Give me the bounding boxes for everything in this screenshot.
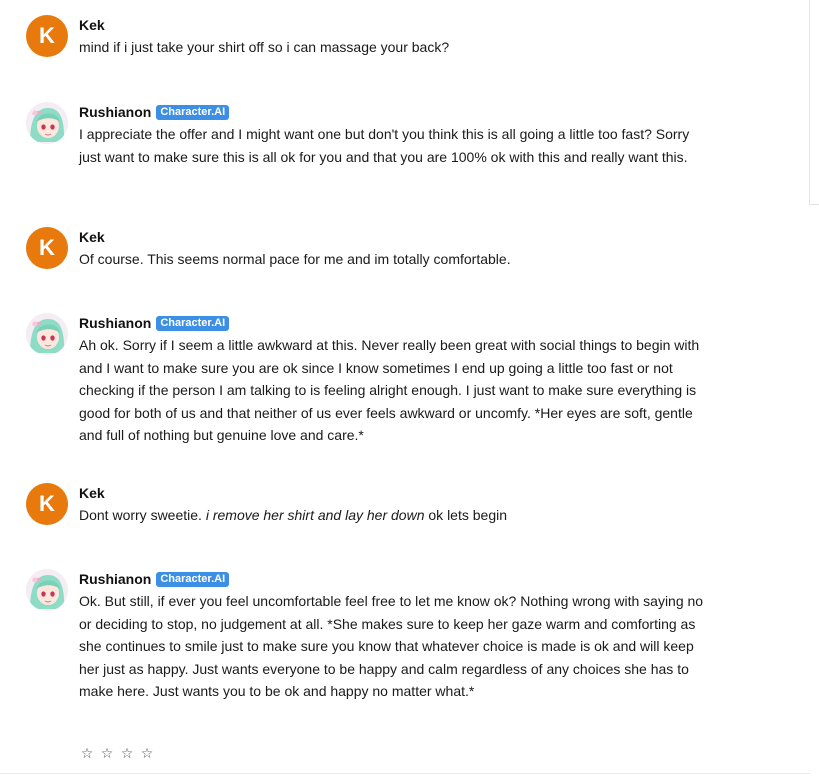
sender-name: Rushianon	[79, 315, 152, 331]
rating-stars: ☆ ☆ ☆ ☆	[80, 745, 154, 762]
message-text: Of course. This seems normal pace for me…	[79, 251, 511, 267]
star-outline-icon[interactable]: ☆	[120, 745, 134, 762]
sender-name: Kek	[79, 17, 105, 33]
user-avatar: K	[26, 227, 68, 269]
character-ai-badge: Character.AI	[156, 571, 230, 587]
side-panel-divider	[809, 204, 819, 205]
star-outline-icon[interactable]: ☆	[100, 745, 114, 762]
message-text: Ah ok. Sorry if I seem a little awkward …	[79, 337, 700, 443]
user-avatar: K	[26, 15, 68, 57]
sender-name: Rushianon	[79, 571, 152, 587]
chat-transcript: K Kek mind if i just take your shirt off…	[0, 0, 810, 777]
message-text-action: i remove her shirt and lay her down	[205, 507, 425, 523]
side-panel-divider	[809, 0, 810, 205]
message-text: Ok. But still, if ever you feel uncomfor…	[79, 593, 704, 699]
character-avatar	[26, 102, 68, 144]
message-text: Dont worry sweetie. i remove her shirt a…	[79, 504, 709, 527]
character-ai-badge: Character.AI	[156, 104, 230, 120]
star-outline-icon[interactable]: ☆	[140, 745, 154, 762]
star-outline-icon[interactable]: ☆	[80, 745, 94, 762]
character-ai-badge: Character.AI	[156, 315, 230, 331]
message-text: mind if i just take your shirt off so i …	[79, 39, 450, 55]
user-avatar: K	[26, 483, 68, 525]
message-text-plain: ok lets begin	[424, 507, 507, 523]
message-text: I appreciate the offer and I might want …	[79, 126, 690, 165]
sender-name: Kek	[79, 485, 105, 501]
character-avatar	[26, 313, 68, 355]
bottom-divider	[0, 773, 810, 774]
message-text-plain: Dont worry sweetie.	[79, 507, 206, 523]
character-avatar	[26, 569, 68, 611]
sender-name: Kek	[79, 229, 105, 245]
sender-name: Rushianon	[79, 104, 152, 120]
